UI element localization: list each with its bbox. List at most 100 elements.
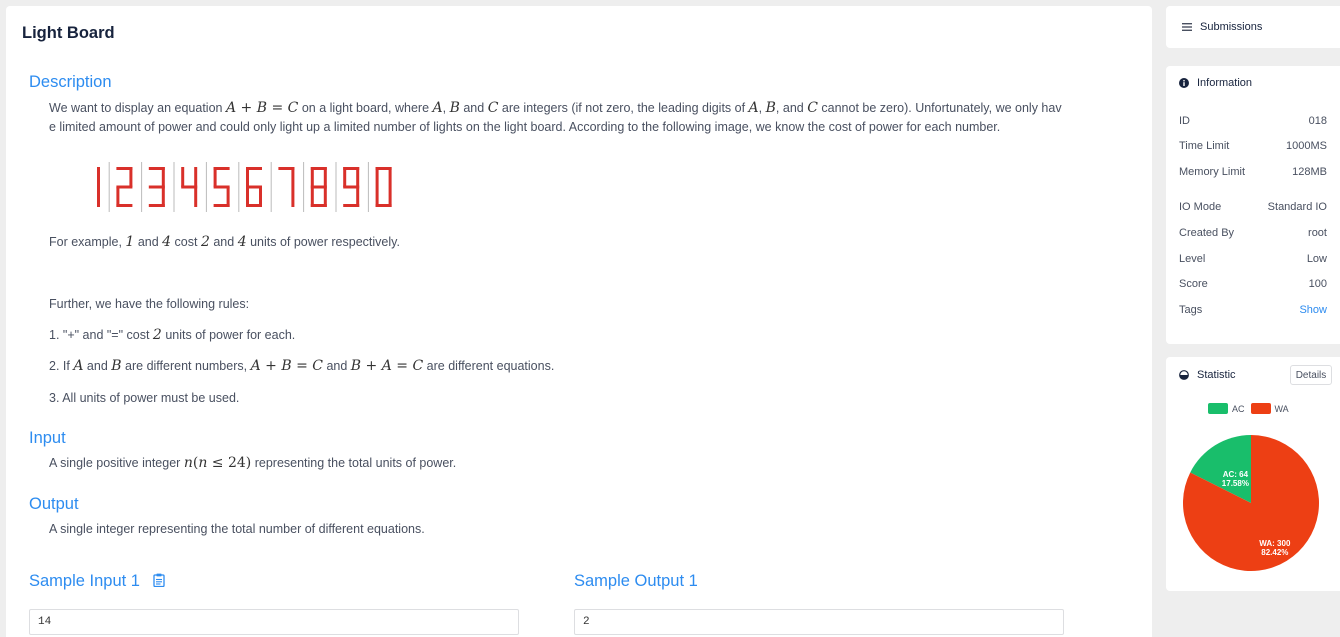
digit-1 bbox=[97, 167, 100, 207]
info-key: Level bbox=[1179, 253, 1206, 265]
segment bbox=[375, 167, 379, 187]
tags-show-link[interactable]: Show bbox=[1299, 304, 1327, 316]
segment bbox=[194, 167, 198, 187]
info-value: 018 bbox=[1308, 115, 1327, 127]
input-heading: Input bbox=[29, 429, 66, 447]
legend-swatch-wa bbox=[1250, 403, 1271, 414]
info-key: Time Limit bbox=[1179, 140, 1230, 152]
rule-3: 3. All units of power must be used. bbox=[49, 391, 240, 405]
info-key: ID bbox=[1179, 115, 1190, 127]
clipboard-icon[interactable] bbox=[152, 573, 165, 588]
list-icon bbox=[1182, 23, 1192, 31]
output-text: A single integer representing the total … bbox=[49, 522, 425, 536]
digit-0 bbox=[375, 167, 392, 207]
segment bbox=[343, 185, 360, 189]
statistic-card: Statistic Details AC WA AC: 64 17.58% WA: … bbox=[1166, 357, 1340, 591]
segment bbox=[213, 167, 217, 187]
problem-title: Light Board bbox=[22, 24, 115, 42]
pie-label-wa: 82.42% bbox=[1261, 548, 1288, 557]
info-row-level: Level Low bbox=[1179, 253, 1327, 265]
rules-intro: Further, we have the following rules: bbox=[49, 297, 250, 311]
segment bbox=[161, 167, 165, 187]
segment bbox=[246, 187, 249, 207]
segment bbox=[116, 185, 133, 189]
segment bbox=[213, 185, 230, 189]
info-row-score: Score 100 bbox=[1179, 278, 1327, 290]
segment bbox=[181, 167, 185, 187]
legend-swatch-ac bbox=[1208, 403, 1228, 414]
info-value: 128MB bbox=[1292, 166, 1327, 178]
digit-9 bbox=[343, 167, 360, 207]
information-card: Information ID 018 Time Limit 1000MS Mem… bbox=[1166, 66, 1340, 344]
segment bbox=[375, 187, 379, 207]
sample-input-heading-text: Sample Input 1 bbox=[29, 572, 140, 590]
submissions-label: Submissions bbox=[1200, 21, 1263, 33]
pie-label-ac: AC: 64 bbox=[1223, 470, 1249, 479]
legend-label-wa: WA bbox=[1274, 403, 1289, 414]
digit-8 bbox=[310, 167, 327, 207]
pie-label-ac: 17.58% bbox=[1222, 479, 1249, 488]
segment bbox=[148, 204, 165, 207]
info-row-time-limit: Time Limit 1000MS bbox=[1179, 140, 1327, 152]
details-button[interactable]: Details bbox=[1290, 365, 1332, 385]
sample-output-heading: Sample Output 1 bbox=[574, 572, 698, 590]
segment bbox=[310, 167, 314, 187]
statistic-header: Statistic bbox=[1179, 369, 1236, 381]
segment bbox=[291, 187, 295, 207]
segment bbox=[97, 167, 100, 187]
segment bbox=[116, 187, 120, 207]
output-heading: Output bbox=[29, 495, 79, 513]
info-key: Memory Limit bbox=[1179, 166, 1246, 178]
info-key: Tags bbox=[1179, 304, 1203, 316]
digit-6 bbox=[246, 167, 262, 207]
segment bbox=[148, 185, 165, 189]
segment bbox=[194, 187, 198, 207]
info-value: 1000MS bbox=[1286, 140, 1327, 152]
segment bbox=[97, 187, 100, 207]
digit-4 bbox=[181, 167, 198, 207]
sample-input-box[interactable]: 14 bbox=[29, 609, 519, 635]
info-row-created-by: Created By root bbox=[1179, 227, 1327, 239]
info-value: 100 bbox=[1308, 278, 1327, 290]
digit-7 bbox=[278, 167, 295, 207]
segment bbox=[388, 167, 392, 187]
submissions-card[interactable]: Submissions bbox=[1166, 6, 1340, 48]
segment bbox=[310, 185, 327, 189]
segment bbox=[129, 167, 133, 187]
rule-1: 1. "+" and "=" cost 2 units of power for… bbox=[49, 327, 296, 343]
digit-3 bbox=[148, 167, 165, 207]
segment bbox=[343, 204, 360, 207]
info-row-io-mode: IO Mode Standard IO bbox=[1179, 201, 1327, 213]
info-key: Created By bbox=[1179, 227, 1235, 239]
info-value: Standard IO bbox=[1267, 201, 1327, 213]
segment bbox=[246, 167, 249, 187]
info-circle-icon bbox=[1179, 78, 1189, 88]
example-text: For example, 1 and 4 cost 2 and 4 units … bbox=[49, 234, 400, 250]
status-pie-chart: AC: 6417.58% WA: 30082.42% bbox=[1183, 435, 1319, 571]
segment bbox=[181, 185, 198, 189]
information-label: Information bbox=[1197, 77, 1253, 89]
legend-label-ac: AC bbox=[1232, 403, 1245, 414]
pie-label-wa: WA: 300 bbox=[1259, 539, 1291, 548]
segment bbox=[246, 185, 262, 189]
info-row-tags: Tags Show bbox=[1179, 304, 1327, 316]
info-value: Low bbox=[1306, 253, 1327, 265]
info-row-memory-limit: Memory Limit 128MB bbox=[1179, 166, 1327, 178]
statistic-label: Statistic bbox=[1197, 369, 1236, 381]
sample-output-box[interactable]: 2 bbox=[574, 609, 1064, 635]
math-eq-abc: A + B = C bbox=[225, 100, 299, 116]
rule-2: 2. If A and B are different numbers, A +… bbox=[49, 358, 555, 374]
information-header: Information bbox=[1179, 77, 1252, 89]
info-key: IO Mode bbox=[1179, 201, 1222, 213]
segment bbox=[310, 187, 314, 207]
info-value: root bbox=[1308, 227, 1327, 239]
segment bbox=[356, 167, 360, 187]
info-row-id: ID 018 bbox=[1179, 115, 1327, 127]
segment bbox=[213, 204, 230, 207]
segment bbox=[323, 167, 327, 187]
digit-5 bbox=[213, 167, 230, 207]
submissions-button[interactable]: Submissions bbox=[1182, 21, 1262, 33]
digit-2 bbox=[116, 167, 133, 207]
chart-legend[interactable]: AC WA bbox=[1208, 403, 1289, 414]
segment bbox=[291, 167, 295, 187]
